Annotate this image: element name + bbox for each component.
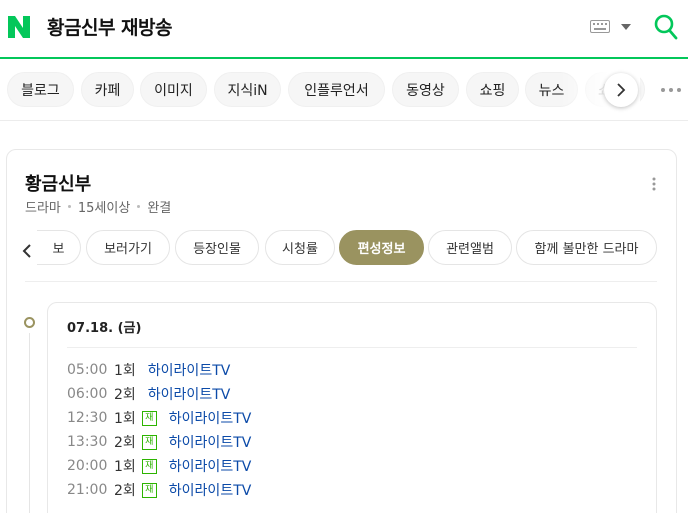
schedule-row: 20:00 1회 재 하이라이트TV — [67, 456, 251, 476]
schedule-channel-link[interactable]: 하이라이트TV — [148, 360, 231, 380]
timeline-line — [29, 333, 30, 513]
drama-info-card: 황금신부 드라마 15세이상 완결 보 보러가기 등장인물 시청률 편성정보 관… — [6, 149, 677, 513]
subtab-recommended[interactable]: 함께 볼만한 드라마 — [516, 230, 657, 265]
subtab-watch[interactable]: 보러가기 — [86, 230, 170, 265]
search-header: 황금신부 재방송 — [0, 0, 688, 59]
schedule-episode: 1회 — [114, 459, 136, 475]
schedule-time: 06:00 — [67, 386, 108, 402]
schedule-episode: 2회 — [114, 387, 136, 403]
kebab-menu-icon[interactable] — [652, 177, 656, 191]
divider — [25, 281, 657, 282]
schedule-time: 12:30 — [67, 410, 108, 426]
schedule-row: 13:30 2회 재 하이라이트TV — [67, 432, 251, 452]
rerun-badge: 재 — [141, 410, 157, 426]
tab-blog[interactable]: 블로그 — [7, 72, 74, 107]
schedule-date: 07.18. (금) — [67, 321, 142, 336]
schedule-episode: 2회 — [114, 435, 136, 451]
schedule-row: 21:00 2회 재 하이라이트TV — [67, 480, 251, 500]
meta-separator — [137, 205, 141, 208]
schedule-channel-link[interactable]: 하이라이트TV — [169, 432, 252, 452]
naver-n-logo-icon[interactable] — [6, 14, 32, 40]
meta-rating: 15세이상 — [77, 201, 131, 216]
subtab-schedule[interactable]: 편성정보 — [339, 230, 424, 265]
schedule-time: 21:00 — [67, 482, 108, 498]
tab-influencer[interactable]: 인플루언서 — [288, 72, 385, 107]
schedule-row: 12:30 1회 재 하이라이트TV — [67, 408, 251, 428]
tab-kin[interactable]: 지식iN — [214, 72, 281, 107]
chevron-right-icon — [617, 83, 626, 97]
schedule-channel-link[interactable]: 하이라이트TV — [169, 408, 252, 428]
search-query-text[interactable]: 황금신부 재방송 — [47, 13, 172, 40]
schedule-channel-link[interactable]: 하이라이트TV — [169, 480, 252, 500]
search-icon[interactable] — [654, 14, 678, 40]
schedule-time: 20:00 — [67, 458, 108, 474]
chevron-left-icon[interactable] — [21, 243, 33, 259]
chevron-down-icon[interactable] — [621, 24, 631, 30]
search-category-tabs: 블로그 카페 이미지 지식iN 인플루언서 동영상 쇼핑 뉴스 쇼 — [0, 60, 688, 121]
meta-status: 완결 — [147, 201, 172, 216]
rerun-badge: 재 — [141, 434, 157, 450]
tabs-next-button[interactable] — [604, 73, 638, 107]
divider — [67, 347, 637, 348]
tab-video[interactable]: 동영상 — [392, 72, 459, 107]
schedule-row: 05:00 1회 하이라이트TV — [67, 360, 230, 380]
subtab-cast[interactable]: 등장인물 — [175, 230, 259, 265]
schedule-time: 13:30 — [67, 434, 108, 450]
schedule-channel-link[interactable]: 하이라이트TV — [169, 456, 252, 476]
rerun-badge: 재 — [141, 482, 157, 498]
drama-meta: 드라마 15세이상 완결 — [25, 197, 171, 216]
meta-genre: 드라마 — [25, 201, 61, 216]
schedule-channel-link[interactable]: 하이라이트TV — [148, 384, 231, 404]
schedule-episode: 1회 — [114, 363, 136, 379]
tab-image[interactable]: 이미지 — [140, 72, 207, 107]
schedule-box: 07.18. (금) 05:00 1회 하이라이트TV 06:00 2회 하이라… — [47, 302, 657, 513]
subtab-ratings[interactable]: 시청률 — [265, 230, 335, 265]
schedule-episode: 2회 — [114, 483, 136, 499]
subtab-albums[interactable]: 관련앨범 — [428, 230, 512, 265]
keyboard-icon[interactable] — [590, 20, 610, 33]
drama-subtabs: 보 보러가기 등장인물 시청률 편성정보 관련앨범 함께 볼만한 드라마 — [7, 229, 676, 273]
rerun-badge: 재 — [141, 458, 157, 474]
timeline-dot — [24, 317, 35, 328]
schedule-episode: 1회 — [114, 411, 136, 427]
schedule-time: 05:00 — [67, 362, 108, 378]
tab-cafe[interactable]: 카페 — [81, 72, 134, 107]
more-horizontal-icon[interactable] — [660, 87, 682, 93]
subtab-partial[interactable]: 보 — [37, 230, 81, 265]
tab-shopping[interactable]: 쇼핑 — [466, 72, 519, 107]
schedule-row: 06:00 2회 하이라이트TV — [67, 384, 230, 404]
meta-separator — [67, 205, 71, 208]
drama-title[interactable]: 황금신부 — [25, 170, 91, 196]
